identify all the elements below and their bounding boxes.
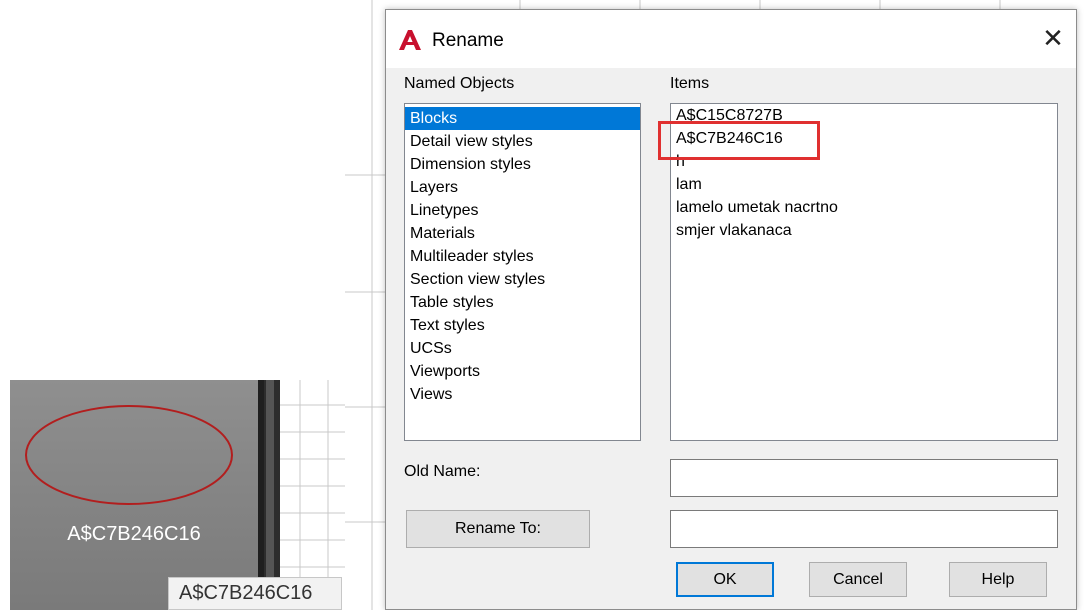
- named-object-item[interactable]: Table styles: [405, 291, 640, 314]
- named-object-item[interactable]: Layers: [405, 176, 640, 199]
- block-item[interactable]: smjer vlakanaca: [671, 219, 1057, 242]
- named-object-item[interactable]: Section view styles: [405, 268, 640, 291]
- named-object-item[interactable]: Views: [405, 383, 640, 406]
- help-button[interactable]: Help: [949, 562, 1047, 597]
- named-object-item[interactable]: Detail view styles: [405, 130, 640, 153]
- named-object-item[interactable]: Linetypes: [405, 199, 640, 222]
- thumbnail-divider: [258, 380, 264, 610]
- rename-to-button[interactable]: Rename To:: [406, 510, 590, 548]
- named-object-item[interactable]: UCSs: [405, 337, 640, 360]
- cancel-button[interactable]: Cancel: [809, 562, 907, 597]
- named-object-item[interactable]: Text styles: [405, 314, 640, 337]
- rename-to-field[interactable]: [670, 510, 1058, 548]
- block-item[interactable]: lamelo umetak nacrtno: [671, 196, 1057, 219]
- named-object-item[interactable]: Blocks: [405, 107, 640, 130]
- old-name-label: Old Name:: [404, 463, 481, 480]
- block-item[interactable]: A$C7B246C16: [671, 127, 1057, 150]
- named-object-item[interactable]: Multileader styles: [405, 245, 640, 268]
- items-list[interactable]: A$C15C8727B A$C7B246C16 h lam lamelo umetak …: [670, 103, 1058, 441]
- dialog-title: Rename: [432, 30, 504, 51]
- ok-button[interactable]: OK: [676, 562, 774, 597]
- thumbnail-tooltip: A$C7B246C16: [168, 577, 342, 610]
- block-thumbnail-panel: A$C7B246C16: [10, 380, 280, 610]
- named-objects-list[interactable]: Blocks Detail view styles Dimension styles…: [404, 103, 641, 441]
- named-object-item[interactable]: Dimension styles: [405, 153, 640, 176]
- dialog-titlebar[interactable]: Rename ✕: [386, 10, 1076, 68]
- block-thumbnail[interactable]: A$C7B246C16: [10, 380, 258, 610]
- named-object-item[interactable]: Materials: [405, 222, 640, 245]
- block-item[interactable]: lam: [671, 173, 1057, 196]
- thumbnail-scrollbar[interactable]: [266, 380, 274, 610]
- block-item[interactable]: A$C15C8727B: [671, 104, 1057, 127]
- old-name-field[interactable]: [670, 459, 1058, 497]
- block-item[interactable]: h: [671, 150, 1057, 173]
- items-label: Items: [670, 75, 710, 92]
- close-icon[interactable]: ✕: [1036, 22, 1070, 56]
- rename-dialog: Rename ✕ Named Objects Blocks Detail view…: [385, 9, 1077, 610]
- thumbnail-label: A$C7B246C16: [67, 523, 201, 545]
- ellipse-preview-icon: [25, 405, 233, 505]
- autocad-logo-icon: [399, 30, 421, 50]
- named-object-item[interactable]: Viewports: [405, 360, 640, 383]
- named-objects-label: Named Objects: [404, 75, 515, 92]
